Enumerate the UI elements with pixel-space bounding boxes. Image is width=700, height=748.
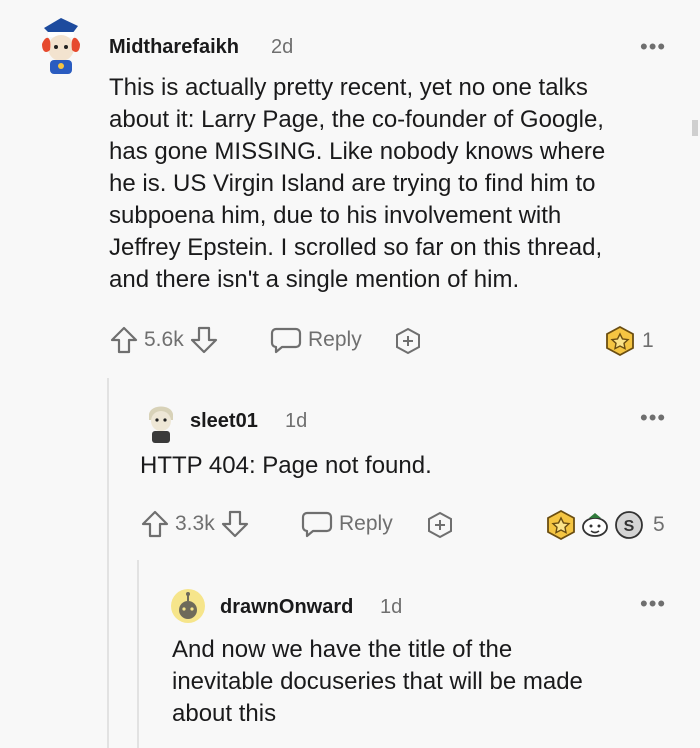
award-button[interactable] (393, 327, 423, 355)
comment-body-line: has gone MISSING. Like nobody knows wher… (109, 138, 606, 165)
comment-username[interactable]: drawnOnward (220, 596, 353, 619)
comment-body-line: about it: Larry Page, the co-founder of … (109, 106, 604, 133)
chat-bubble-icon (301, 509, 333, 539)
scrollbar[interactable] (692, 120, 698, 136)
reply-label: Reply (339, 512, 393, 535)
comment-timestamp: 1d (380, 596, 403, 618)
reply-label: Reply (308, 328, 362, 351)
comment-body-line: This is actually pretty recent, yet no o… (109, 74, 588, 101)
award-count: 5 (653, 513, 665, 536)
thread-line[interactable] (137, 560, 139, 748)
downvote-icon[interactable] (190, 325, 218, 355)
avatar[interactable] (170, 588, 206, 624)
comment-body-line: about this (172, 700, 277, 727)
vote-bar: 5.6k (110, 325, 218, 355)
reply-button[interactable]: Reply (301, 509, 393, 539)
award-plus-icon (393, 327, 423, 355)
wholesome-award-icon (579, 509, 611, 541)
comment-body-line: he is. US Virgin Island are trying to fi… (109, 170, 596, 197)
thread-line[interactable] (107, 378, 109, 748)
more-options-button[interactable]: ••• (640, 34, 666, 60)
comment-body-line: And now we have the title of the (172, 636, 513, 663)
vote-bar: 3.3k (141, 509, 249, 539)
avatar[interactable] (36, 14, 86, 76)
silver-award-icon: S (613, 509, 645, 541)
award-plus-icon (425, 511, 455, 539)
comment-timestamp: 1d (285, 410, 308, 432)
gold-award-icon (604, 325, 636, 357)
upvote-icon[interactable] (110, 325, 138, 355)
downvote-icon[interactable] (221, 509, 249, 539)
vote-count: 3.3k (175, 512, 215, 535)
gold-award-icon (545, 509, 577, 541)
comment-username[interactable]: Midtharefaikh (109, 36, 239, 59)
reply-button[interactable]: Reply (270, 325, 362, 355)
comment-timestamp: 2d (271, 36, 294, 58)
avatar[interactable] (143, 402, 179, 444)
comment-body: HTTP 404: Page not found. (140, 450, 680, 482)
award-count: 1 (642, 329, 654, 352)
comment-body-line: and there isn't a single mention of him. (109, 266, 520, 293)
awards-display[interactable]: S 5 (545, 509, 665, 541)
comment-body-line: Jeffrey Epstein. I scrolled so far on th… (109, 234, 603, 261)
more-options-button[interactable]: ••• (640, 591, 666, 617)
chat-bubble-icon (270, 325, 302, 355)
vote-count: 5.6k (144, 328, 184, 351)
awards-display[interactable]: 1 (604, 325, 654, 357)
svg-text:S: S (624, 518, 635, 535)
comment-body-line: inevitable docuseries that will be made (172, 668, 583, 695)
upvote-icon[interactable] (141, 509, 169, 539)
comment-body: This is actually pretty recent, yet no o… (109, 72, 689, 296)
comment-username[interactable]: sleet01 (190, 410, 258, 433)
more-options-button[interactable]: ••• (640, 405, 666, 431)
comment-body-line: HTTP 404: Page not found. (140, 452, 432, 479)
award-button[interactable] (425, 511, 455, 539)
comment-body: And now we have the title of the inevita… (172, 634, 682, 730)
comment-body-line: subpoena him, due to his involvement wit… (109, 202, 562, 229)
